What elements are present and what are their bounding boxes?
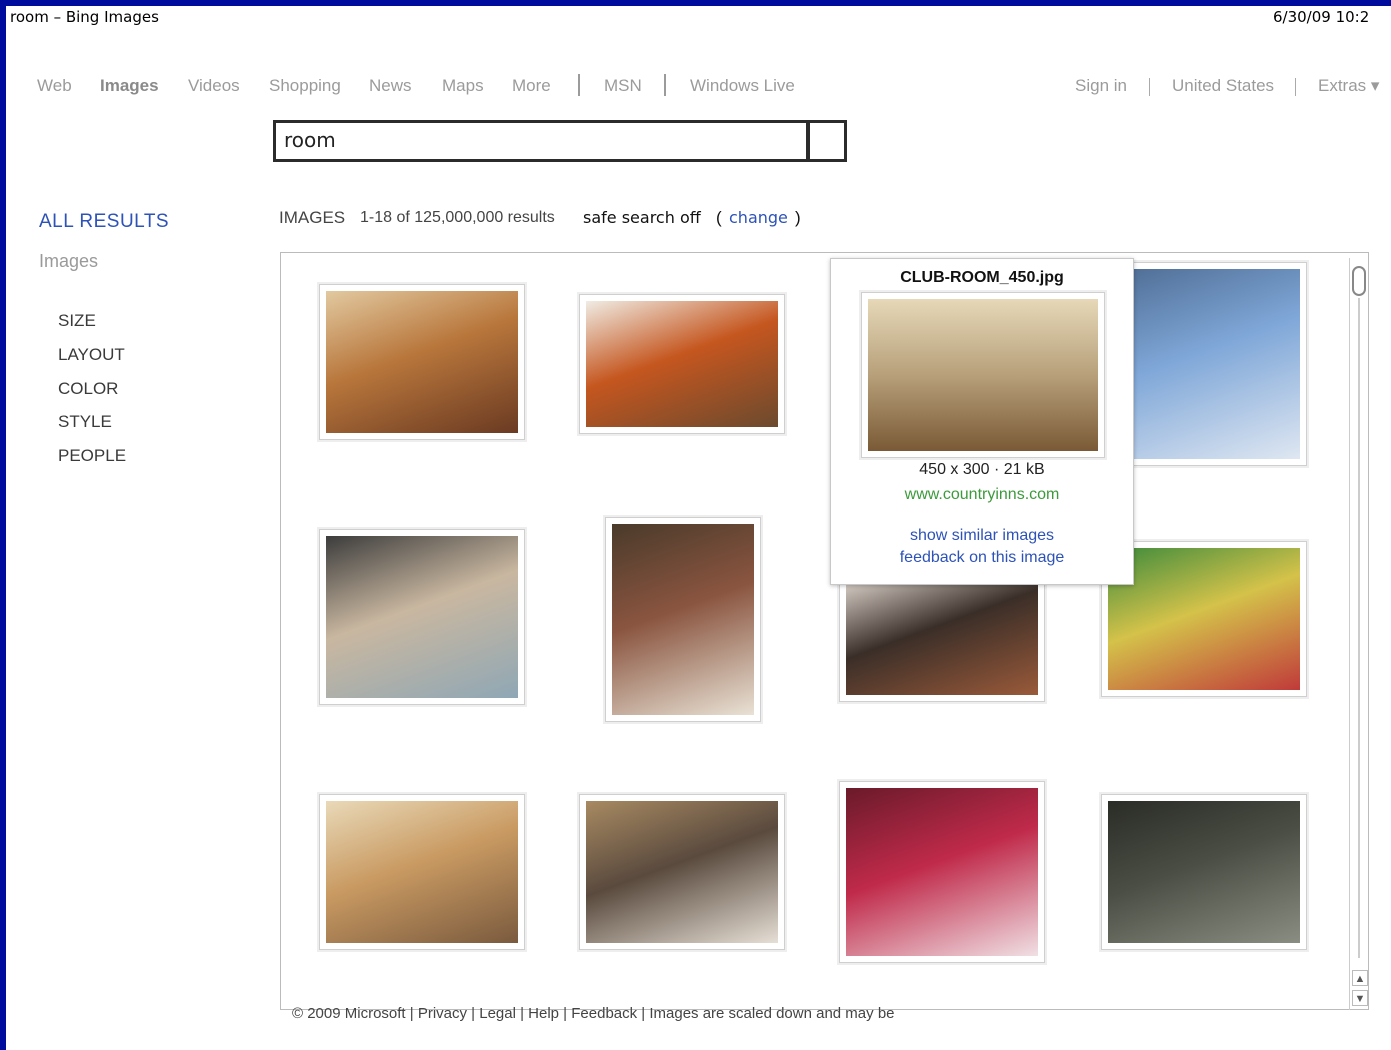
nav-windows-live[interactable]: Windows Live: [690, 76, 795, 96]
bedroom-ceiling-fan-image: [612, 524, 754, 715]
show-similar-link[interactable]: show similar images: [831, 527, 1133, 545]
blue-bathroom-image: [1108, 269, 1300, 459]
filter-size[interactable]: SIZE: [58, 311, 96, 331]
extras-menu[interactable]: Extras ▾: [1318, 76, 1379, 96]
preview-domain[interactable]: www.countryinns.com: [831, 486, 1133, 504]
nav-web[interactable]: Web: [37, 76, 72, 96]
results-count: 1-18 of 125,000,000 results: [360, 209, 555, 226]
nav-divider: [578, 74, 580, 96]
browser-window: room – Bing Images 6/30/09 10:2 Web Imag…: [6, 6, 1391, 1050]
paren-open: (: [716, 208, 722, 227]
result-thumbnail[interactable]: [1101, 794, 1307, 950]
nav-videos[interactable]: Videos: [188, 76, 240, 96]
nav-divider: [1295, 78, 1296, 96]
filter-color[interactable]: COLOR: [58, 379, 118, 399]
search-box: [273, 120, 847, 162]
filter-people[interactable]: PEOPLE: [58, 446, 126, 466]
images-link[interactable]: Images: [39, 251, 98, 272]
scrollbar[interactable]: ▲ ▼: [1349, 258, 1370, 1010]
preview-dimensions: 450 x 300 · 21 kB: [919, 461, 1045, 478]
results-label: IMAGES: [279, 208, 346, 227]
sign-in-link[interactable]: Sign in: [1075, 76, 1127, 96]
search-field-frame: [276, 123, 810, 159]
feedback-link[interactable]: feedback on this image: [831, 549, 1133, 567]
footer-links: © 2009 Microsoft | Privacy | Legal | Hel…: [292, 1005, 895, 1022]
search-input[interactable]: [284, 127, 794, 153]
dark-hotel-room-image: [846, 573, 1038, 695]
cabin-bedroom-image: [326, 801, 518, 943]
nav-msn[interactable]: MSN: [604, 76, 642, 96]
result-thumbnail[interactable]: [839, 566, 1045, 702]
result-thumbnail[interactable]: [579, 294, 785, 434]
result-thumbnail[interactable]: [839, 781, 1045, 963]
abandoned-room-image: [1108, 801, 1300, 943]
result-thumbnail[interactable]: [579, 794, 785, 950]
paren-close: ): [795, 208, 801, 227]
nav-more[interactable]: More: [512, 76, 551, 96]
result-thumbnail[interactable]: [319, 529, 525, 705]
preview-thumbnail[interactable]: [861, 292, 1105, 458]
scroll-track: [1358, 298, 1360, 958]
search-button[interactable]: [812, 123, 844, 159]
club-room-image: [868, 299, 1098, 451]
hotel-room-orange-wall-image: [586, 301, 778, 427]
result-thumbnail[interactable]: [319, 284, 525, 440]
nav-images[interactable]: Images: [100, 76, 159, 96]
scroll-thumb[interactable]: [1352, 266, 1366, 296]
filter-layout[interactable]: LAYOUT: [58, 345, 125, 365]
change-link[interactable]: change: [729, 208, 788, 227]
window-title: room – Bing Images: [10, 8, 159, 26]
region-link[interactable]: United States: [1172, 76, 1274, 96]
colorful-bedroom-image: [1108, 548, 1300, 690]
bathroom-render-image: [326, 536, 518, 698]
hotel-bed-lights-image: [586, 801, 778, 943]
preview-filename: CLUB-ROOM_450.jpg: [900, 269, 1064, 286]
all-results-link[interactable]: ALL RESULTS: [39, 211, 169, 233]
scroll-up-arrow[interactable]: ▲: [1352, 970, 1368, 986]
nav-divider: [1149, 78, 1150, 96]
safe-search-status: safe search off: [583, 208, 701, 227]
nav-divider: [664, 74, 666, 96]
nav-shopping[interactable]: Shopping: [269, 76, 341, 96]
filter-style[interactable]: STYLE: [58, 412, 112, 432]
result-thumbnail[interactable]: [319, 794, 525, 950]
scroll-down-arrow[interactable]: ▼: [1352, 990, 1368, 1006]
nav-maps[interactable]: Maps: [442, 76, 484, 96]
result-thumbnail[interactable]: [605, 517, 761, 722]
bedroom-attic-photo-image: [326, 291, 518, 433]
title-bar: room – Bing Images 6/30/09 10:2: [6, 6, 1391, 30]
nav-news[interactable]: News: [369, 76, 412, 96]
clock: 6/30/09 10:2: [1273, 8, 1370, 26]
pink-dining-room-image: [846, 788, 1038, 956]
